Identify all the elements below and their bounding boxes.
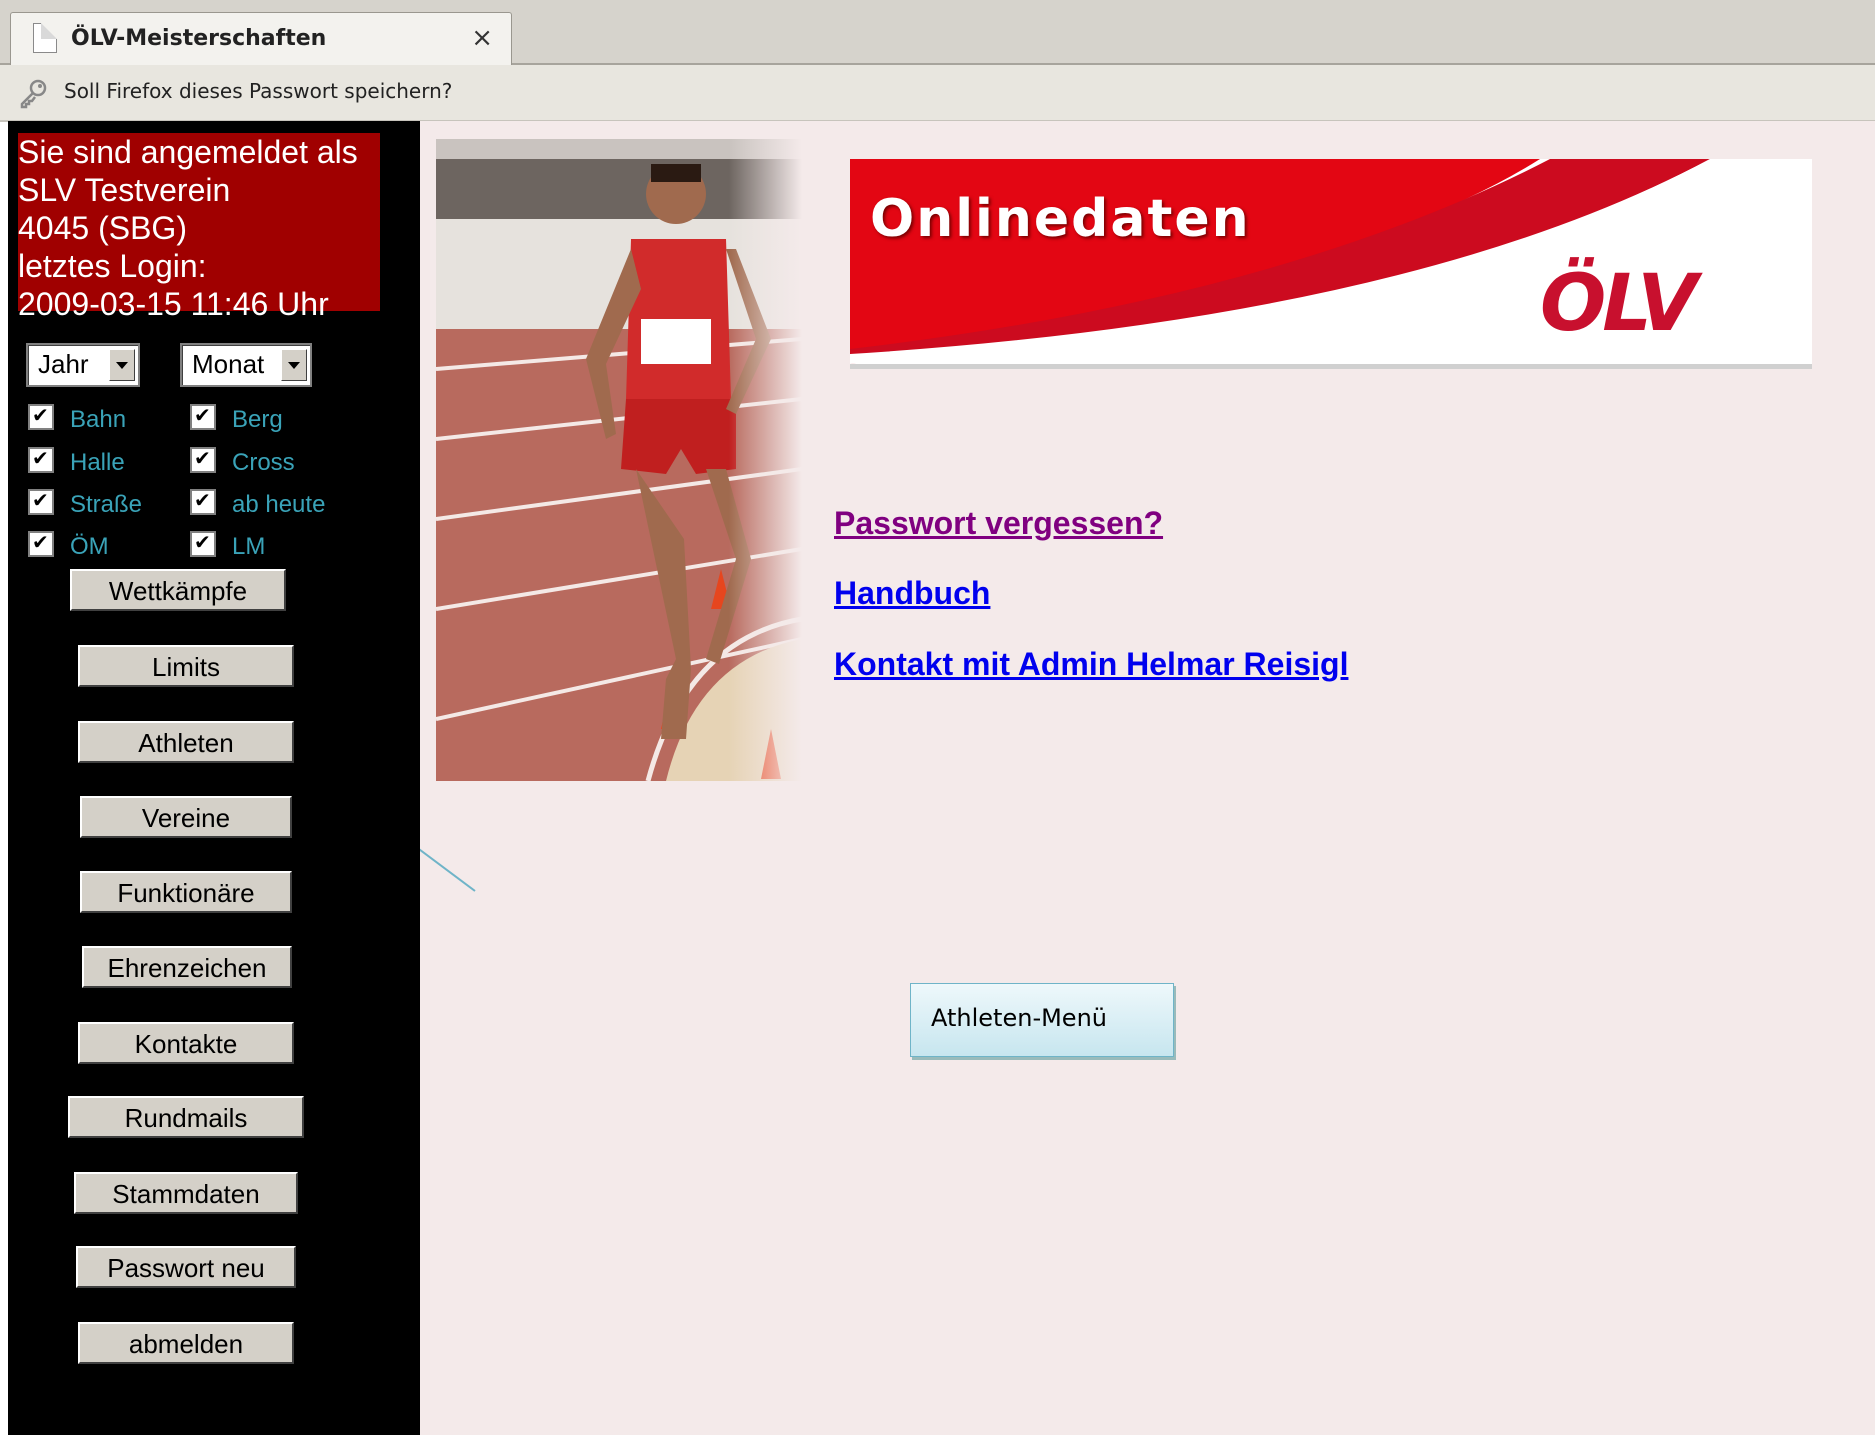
month-select-value: Monat — [192, 349, 265, 379]
tab-strip: ÖLV-Meisterschaften × — [0, 0, 1875, 66]
onlinedaten-banner: Onlinedaten ÖLV — [850, 159, 1812, 369]
manual-link[interactable]: Handbuch — [834, 575, 990, 612]
athleten-menu-callout: Athleten-Menü — [910, 983, 1174, 1057]
key-icon — [20, 79, 47, 109]
year-select[interactable]: Jahr — [26, 343, 140, 387]
password-notification-bar: Soll Firefox dieses Passwort speichern? — [0, 65, 1875, 122]
checkbox[interactable] — [190, 446, 216, 473]
sidebar: Sie sind angemeldet als SLV Testverein 4… — [8, 121, 420, 1435]
checkbox[interactable] — [28, 488, 54, 515]
callout-text: Athleten-Menü — [931, 1004, 1107, 1032]
oelv-logo: ÖLV — [1540, 259, 1698, 349]
limits-button[interactable]: Limits — [78, 645, 294, 687]
checkbox[interactable] — [190, 403, 216, 430]
stammdaten-button[interactable]: Stammdaten — [74, 1172, 298, 1214]
filter-label: Bahn — [70, 406, 127, 433]
login-line: 4045 (SBG) — [18, 210, 187, 246]
login-info: Sie sind angemeldet als SLV Testverein 4… — [18, 133, 380, 322]
checkbox[interactable] — [190, 530, 216, 557]
filter-label: ÖM — [70, 533, 109, 560]
login-line: 2009-03-15 11:46 Uhr — [18, 286, 329, 322]
banner-title: Onlinedaten — [870, 189, 1251, 249]
rundmails-button[interactable]: Rundmails — [68, 1096, 304, 1138]
notification-text: Soll Firefox dieses Passwort speichern? — [64, 79, 453, 103]
filter-label: Berg — [232, 406, 283, 433]
login-line: Sie sind angemeldet als — [18, 134, 358, 170]
filter-label: ab heute — [232, 491, 326, 518]
dropdown-arrow-icon[interactable] — [109, 349, 135, 381]
vereine-button[interactable]: Vereine — [80, 796, 292, 838]
main-content: Onlinedaten ÖLV Passwort vergessen? Hand… — [420, 121, 1875, 1435]
login-line: SLV Testverein — [18, 172, 231, 208]
filter-label: Straße — [70, 491, 143, 518]
checkbox[interactable] — [28, 446, 54, 473]
filter-label: Halle — [70, 449, 125, 476]
contact-admin-link[interactable]: Kontakt mit Admin Helmar Reisigl — [834, 646, 1348, 683]
forgot-password-link[interactable]: Passwort vergessen? — [834, 505, 1163, 542]
tab-title: ÖLV-Meisterschaften — [71, 26, 327, 51]
runner-photo — [436, 139, 802, 781]
year-select-value: Jahr — [38, 349, 89, 379]
login-line: letztes Login: — [18, 248, 207, 284]
checkbox[interactable] — [28, 403, 54, 430]
month-select[interactable]: Monat — [180, 343, 312, 387]
funktionaere-button[interactable]: Funktionäre — [80, 871, 292, 913]
close-icon[interactable]: × — [471, 23, 493, 53]
wettkaempfe-button[interactable]: Wettkämpfe — [70, 569, 286, 611]
athleten-button[interactable]: Athleten — [78, 721, 294, 763]
browser-tab[interactable]: ÖLV-Meisterschaften × — [10, 12, 512, 66]
page-icon — [33, 23, 57, 53]
ehrenzeichen-button[interactable]: Ehrenzeichen — [82, 946, 292, 988]
abmelden-button[interactable]: abmelden — [78, 1322, 294, 1364]
dropdown-arrow-icon[interactable] — [281, 349, 307, 381]
filter-label: Cross — [232, 449, 295, 476]
filter-label: LM — [232, 533, 266, 560]
passwort-neu-button[interactable]: Passwort neu — [76, 1246, 296, 1288]
checkbox[interactable] — [190, 488, 216, 515]
kontakte-button[interactable]: Kontakte — [78, 1022, 294, 1064]
checkbox[interactable] — [28, 530, 54, 557]
